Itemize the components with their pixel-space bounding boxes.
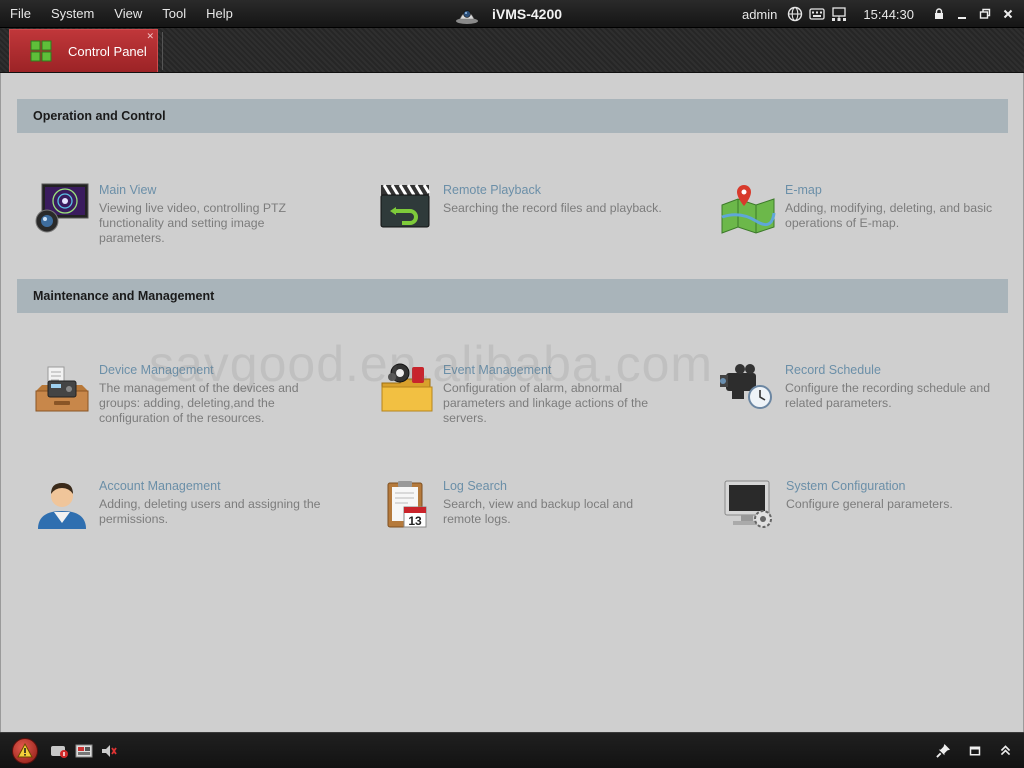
module-description: Configuration of alarm, abnormal paramet… (443, 381, 649, 425)
module-event-management[interactable]: Event Management Configuration of alarm,… (378, 363, 678, 433)
lock-icon[interactable] (929, 4, 949, 24)
restore-icon[interactable] (975, 4, 995, 24)
module-title[interactable]: Remote Playback (443, 183, 541, 197)
section-operation-and-control: Operation and Control (17, 99, 1008, 133)
tab-close-icon[interactable]: ✕ (146, 31, 154, 42)
minimize-icon[interactable] (952, 4, 972, 24)
tab-strip: Control Panel ✕ (0, 28, 1024, 73)
status-left (12, 738, 125, 764)
device-management-icon (35, 366, 89, 412)
module-title[interactable]: Account Management (99, 479, 221, 493)
mute-sound-icon[interactable] (100, 743, 118, 759)
control-panel-content: Operation and Control Main View Viewing … (0, 73, 1024, 732)
tab-control-panel[interactable]: Control Panel ✕ (9, 29, 158, 72)
pin-icon[interactable] (935, 742, 952, 759)
module-description: Search, view and backup local and remote… (443, 497, 634, 526)
module-log-search[interactable]: 13 Log Search Search, view and backup lo… (378, 479, 678, 549)
event-management-icon (381, 363, 433, 412)
app-title-area: iVMS-4200 (454, 0, 562, 28)
tab-divider (162, 32, 163, 70)
main-view-icon (35, 183, 89, 233)
module-record-schedule[interactable]: Record Schedule Configure the recording … (720, 363, 1020, 433)
current-user[interactable]: admin (742, 7, 777, 22)
module-description: Searching the record files and playback. (443, 201, 662, 215)
clock: 15:44:30 (863, 6, 914, 22)
menu-bar: File System View Tool Help iVMS-4200 adm… (0, 0, 1024, 28)
module-account-management[interactable]: Account Management Adding, deleting user… (34, 479, 334, 549)
menu-tool[interactable]: Tool (152, 0, 196, 28)
module-system-configuration[interactable]: System Configuration Configure general p… (721, 479, 1021, 549)
status-bar (0, 732, 1024, 768)
module-description: Adding, modifying, deleting, and basic o… (785, 201, 993, 230)
account-management-icon (38, 483, 86, 529)
module-main-view[interactable]: Main View Viewing live video, controllin… (34, 183, 334, 253)
alarm-warning-icon[interactable] (12, 738, 38, 764)
emap-icon (721, 185, 776, 234)
fullscreen-icon[interactable] (966, 742, 983, 759)
status-right (935, 742, 1014, 759)
menu-view[interactable]: View (104, 0, 152, 28)
keyboard-icon[interactable] (809, 6, 826, 22)
module-title[interactable]: Main View (99, 183, 156, 197)
module-title[interactable]: Event Management (443, 363, 551, 377)
module-emap[interactable]: E-map Adding, modifying, deleting, and b… (720, 183, 1020, 253)
module-device-management[interactable]: Device Management The management of the … (34, 363, 334, 433)
calendar-day-label: 13 (408, 514, 422, 528)
module-title[interactable]: System Configuration (786, 479, 906, 493)
module-description: Viewing live video, controlling PTZ func… (99, 201, 287, 245)
module-description: Adding, deleting users and assigning the… (99, 497, 321, 526)
module-description: Configure the recording schedule and rel… (785, 381, 991, 410)
record-schedule-icon (720, 364, 772, 409)
log-search-icon: 13 (387, 481, 427, 528)
camera-logo-icon (456, 10, 478, 24)
tab-label: Control Panel (68, 43, 147, 59)
menu-file[interactable]: File (0, 0, 41, 28)
app-title: iVMS-4200 (492, 6, 563, 22)
module-description: Configure general parameters. (786, 497, 953, 511)
system-configuration-icon (724, 480, 772, 528)
alarm-video-icon[interactable] (75, 743, 93, 759)
menu-system[interactable]: System (41, 0, 104, 28)
main-menu: File System View Tool Help (0, 0, 243, 28)
module-title[interactable]: Device Management (99, 363, 214, 377)
control-panel-grid-icon (30, 40, 52, 62)
module-title[interactable]: E-map (785, 183, 822, 197)
network-icon[interactable] (831, 6, 847, 22)
alarm-device-icon[interactable] (50, 743, 68, 759)
remote-playback-icon (380, 184, 431, 228)
globe-icon[interactable] (787, 6, 803, 22)
module-remote-playback[interactable]: Remote Playback Searching the record fil… (378, 183, 678, 253)
close-icon[interactable] (998, 4, 1018, 24)
collapse-up-icon[interactable] (997, 742, 1014, 759)
module-title[interactable]: Log Search (443, 479, 507, 493)
module-title[interactable]: Record Schedule (785, 363, 881, 377)
menu-help[interactable]: Help (196, 0, 243, 28)
title-bar-right: admin 15:44:30 (742, 0, 1018, 28)
module-description: The management of the devices and groups… (99, 381, 299, 425)
section-maintenance-and-management: Maintenance and Management (17, 279, 1008, 313)
